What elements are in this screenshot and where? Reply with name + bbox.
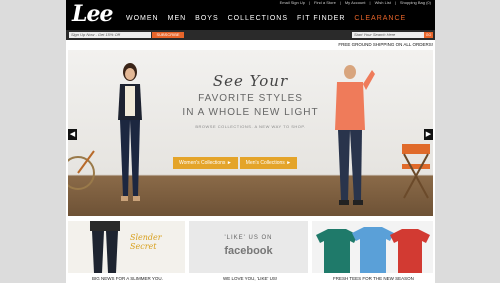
signup-email-input[interactable]: Sign Up Now - Get 15% Off [69, 32, 151, 38]
nav-men[interactable]: MEN [168, 15, 187, 22]
subscribe-button[interactable]: SUBSCRIBE [152, 32, 184, 38]
mens-collections-button[interactable]: Men's Collections ► [239, 157, 298, 169]
tile-caption-like-us[interactable]: WE LOVE YOU, 'LIKE' US! [223, 276, 277, 281]
directors-chair-illustration [402, 144, 430, 199]
womens-collections-button[interactable]: Women's Collections ► [173, 157, 238, 169]
slender-secret-tile[interactable]: Slender Secret [68, 221, 185, 273]
nav-collections[interactable]: COLLECTIONS [228, 15, 288, 22]
my-account-link[interactable]: My Account [345, 0, 366, 6]
hero-subtitle-2: IN A WHOLE NEW LIGHT [182, 107, 319, 118]
lee-logo[interactable]: Lee [72, 1, 113, 27]
nav-boys[interactable]: BOYS [195, 15, 218, 22]
collection-buttons: Women's Collections ► Men's Collections … [173, 157, 298, 169]
facebook-logo: facebook [224, 245, 273, 257]
hero-headline: See Your FAVORITE STYLES IN A WHOLE NEW … [68, 72, 433, 129]
carousel-next-arrow-icon[interactable]: ▶ [424, 129, 433, 140]
nav-clearance[interactable]: CLEARANCE [354, 15, 406, 22]
tile-caption-slimmer[interactable]: BIG NEWS FOR A SLIMMER YOU. [92, 276, 163, 281]
free-shipping-banner[interactable]: FREE GROUND SHIPPING ON ALL ORDERS! [338, 42, 433, 47]
hero-tagline: BROWSE COLLECTIONS. A NEW WAY TO SHOP. [195, 124, 306, 129]
wish-list-link[interactable]: Wish List [375, 0, 391, 6]
shopping-bag-link[interactable]: Shopping Bag (0) [400, 0, 431, 6]
facebook-tile[interactable]: 'LIKE' US ON facebook [189, 221, 308, 273]
email-signup-link[interactable]: Email Sign Up [280, 0, 305, 6]
hero-banner[interactable]: See Your FAVORITE STYLES IN A WHOLE NEW … [68, 50, 433, 216]
hero-subtitle-1: FAVORITE STYLES [198, 93, 303, 104]
fresh-tees-tile[interactable] [312, 221, 433, 273]
main-nav: WOMEN MEN BOYS COLLECTIONS FIT FINDER CL… [126, 15, 406, 22]
find-store-link[interactable]: Find a Store [314, 0, 336, 6]
page: Lee Email Sign Up | Find a Store | My Ac… [66, 0, 435, 283]
search-input[interactable]: Start Your Search Here [352, 32, 424, 38]
jeans-image [90, 221, 120, 273]
utility-links: Email Sign Up | Find a Store | My Accoun… [279, 0, 431, 6]
top-bar: Lee Email Sign Up | Find a Store | My Ac… [66, 0, 435, 30]
carousel-prev-arrow-icon[interactable]: ◀ [68, 129, 77, 140]
tshirts-image [316, 227, 430, 273]
man-model-image [335, 65, 375, 205]
hero-title: See Your [212, 72, 289, 90]
nav-women[interactable]: WOMEN [126, 15, 159, 22]
slender-secret-title: Slender Secret [130, 233, 162, 251]
search-go-button[interactable]: GO [424, 32, 433, 38]
like-us-label: 'LIKE' US ON [224, 235, 273, 241]
tile-caption-fresh-tees[interactable]: FRESH TEES FOR THE NEW SEASON [333, 276, 414, 281]
nav-fit-finder[interactable]: FIT FINDER [297, 15, 345, 22]
bicycle-illustration [68, 150, 95, 190]
